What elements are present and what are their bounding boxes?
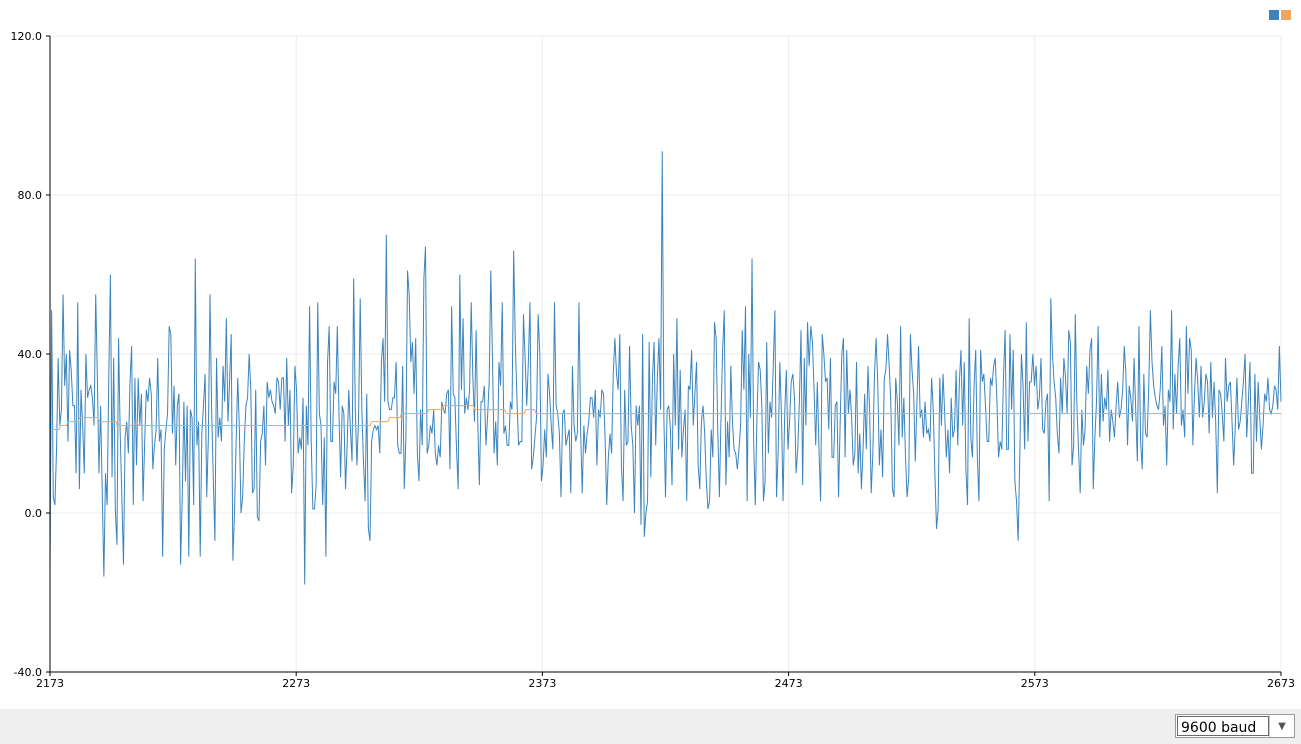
x-tick-label: 2373	[528, 677, 556, 690]
baud-rate-value: 9600 baud	[1177, 716, 1269, 736]
bottom-toolbar: 9600 baud ▼	[0, 709, 1301, 744]
y-tick-label: 0.0	[25, 507, 43, 520]
y-tick-label: 40.0	[18, 348, 43, 361]
baud-rate-select[interactable]: 9600 baud ▼	[1175, 714, 1295, 738]
legend	[1269, 10, 1291, 20]
legend-swatch-series-1[interactable]	[1269, 10, 1279, 20]
series-line-1	[49, 151, 1282, 585]
x-tick-label: 2173	[36, 677, 64, 690]
x-tick-label: 2573	[1021, 677, 1049, 690]
x-tick-label: 2473	[775, 677, 803, 690]
x-tick-label: 2673	[1267, 677, 1295, 690]
series-layer	[49, 151, 1282, 585]
x-tick-label: 2273	[282, 677, 310, 690]
chevron-down-icon[interactable]: ▼	[1269, 715, 1294, 737]
serial-plotter-chart: -40.00.040.080.0120.02173 2273 2373 2473 257…	[11, 30, 1296, 690]
y-tick-label: 120.0	[11, 30, 43, 43]
tick-layer: -40.00.040.080.0120.02173 2273 2373 2473 257…	[11, 30, 1296, 690]
y-tick-label: 80.0	[18, 189, 43, 202]
legend-swatch-series-2[interactable]	[1281, 10, 1291, 20]
grid-lines	[49, 35, 1282, 673]
